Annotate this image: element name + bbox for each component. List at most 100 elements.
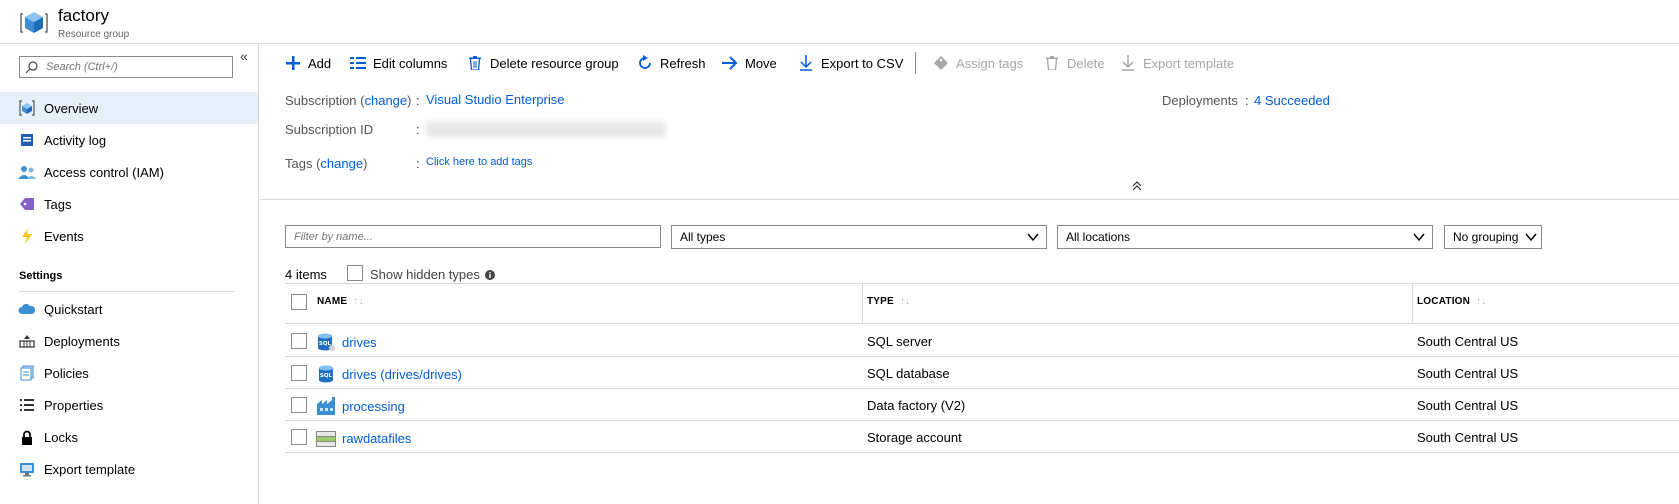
- filter-by-name-input[interactable]: [285, 225, 661, 248]
- sidebar-item-activity-log[interactable]: Activity log: [0, 124, 258, 156]
- column-header-type[interactable]: TYPE ↑↓: [867, 296, 910, 307]
- change-subscription-link[interactable]: change: [364, 93, 407, 108]
- change-tags-link[interactable]: change: [320, 156, 363, 171]
- column-header-name[interactable]: NAME ↑↓: [317, 296, 364, 307]
- row-checkbox[interactable]: [291, 365, 307, 381]
- export-csv-label: Export to CSV: [821, 55, 904, 71]
- grouping-dropdown[interactable]: No grouping: [1444, 225, 1542, 249]
- move-button[interactable]: Move: [721, 52, 777, 74]
- tags-label-end: ): [363, 156, 368, 171]
- row-divider: [285, 452, 1679, 453]
- deployments-label: Deployments: [1162, 93, 1238, 108]
- resource-type: Storage account: [867, 430, 962, 445]
- refresh-button[interactable]: Refresh: [636, 52, 706, 74]
- collapse-sidebar-button[interactable]: «: [240, 48, 248, 64]
- row-checkbox[interactable]: [291, 397, 307, 413]
- essentials-divider: [260, 199, 1679, 200]
- column-header-location[interactable]: LOCATION ↑↓: [1417, 296, 1486, 307]
- sidebar-item-iam[interactable]: Access control (IAM): [0, 156, 258, 188]
- delete-resource-group-label: Delete resource group: [490, 55, 619, 71]
- export-csv-button[interactable]: Export to CSV: [797, 52, 903, 74]
- colon: :: [1245, 93, 1249, 108]
- export-template-button[interactable]: Export template: [1119, 52, 1234, 74]
- row-divider: [285, 356, 1679, 357]
- page-title: factory: [58, 6, 110, 25]
- delete-resource-group-button[interactable]: Delete resource group: [466, 52, 619, 74]
- subscription-label-end: ): [407, 93, 412, 108]
- info-icon[interactable]: [485, 270, 495, 280]
- activity-log-icon: [17, 130, 37, 150]
- chevron-double-up-icon: [1132, 181, 1142, 191]
- sidebar-item-label: Tags: [44, 196, 72, 212]
- arrow-right-icon: [721, 54, 739, 72]
- resource-name-link[interactable]: processing: [342, 399, 405, 414]
- column-separator: [862, 284, 863, 323]
- sidebar-item-tags[interactable]: Tags: [0, 188, 258, 220]
- add-tags-link[interactable]: Click here to add tags: [426, 156, 532, 168]
- lock-icon: [17, 427, 37, 447]
- resource-name-link[interactable]: rawdatafiles: [342, 431, 411, 446]
- search-input[interactable]: [46, 59, 226, 75]
- tags-label: Tags (change): [285, 156, 367, 171]
- toolbar-separator: [915, 52, 916, 74]
- resource-name-link[interactable]: drives: [342, 335, 377, 350]
- chevron-down-icon: [1525, 233, 1537, 242]
- resource-name-link[interactable]: drives (drives/drives): [342, 367, 462, 382]
- column-separator: [1412, 284, 1413, 323]
- add-button[interactable]: Add: [284, 52, 331, 74]
- edit-columns-button[interactable]: Edit columns: [349, 52, 447, 74]
- resource-type: Data factory (V2): [867, 398, 966, 413]
- sidebar-item-policies[interactable]: Policies: [0, 357, 258, 389]
- grouping-value: No grouping: [1453, 230, 1519, 244]
- row-checkbox[interactable]: [291, 429, 307, 445]
- select-all-checkbox[interactable]: [291, 294, 307, 310]
- delete-button[interactable]: Delete: [1043, 52, 1105, 74]
- chevron-down-icon: [1027, 233, 1039, 242]
- location-filter-dropdown[interactable]: All locations: [1057, 225, 1433, 249]
- sidebar-item-deployments[interactable]: Deployments: [0, 325, 258, 357]
- sidebar-item-properties[interactable]: Properties: [0, 389, 258, 421]
- collapse-essentials-button[interactable]: [1132, 180, 1142, 194]
- sidebar-item-events[interactable]: Events: [0, 220, 258, 252]
- data-factory-icon: [317, 397, 335, 415]
- cloud-icon: [17, 299, 37, 319]
- sidebar-item-locks[interactable]: Locks: [0, 421, 258, 453]
- deployments-value-link[interactable]: 4 Succeeded: [1254, 93, 1330, 108]
- column-header-label: TYPE: [867, 296, 894, 307]
- trash-icon: [466, 54, 484, 72]
- search-icon: [25, 61, 38, 74]
- show-hidden-types-checkbox[interactable]: [347, 265, 363, 281]
- location-filter-value: All locations: [1066, 230, 1131, 244]
- sidebar-item-quickstart[interactable]: Quickstart: [0, 293, 258, 325]
- sidebar-search[interactable]: [19, 56, 233, 78]
- deployments-icon: [17, 331, 37, 351]
- row-divider: [285, 420, 1679, 421]
- sort-icon: ↑↓: [899, 296, 911, 307]
- tags-label-text: Tags (: [285, 156, 321, 171]
- columns-icon: [349, 54, 367, 72]
- assign-tags-button[interactable]: Assign tags: [932, 52, 1023, 74]
- subscription-value-link[interactable]: Visual Studio Enterprise: [426, 92, 565, 107]
- sidebar-item-export-template[interactable]: Export template: [0, 453, 258, 485]
- sidebar-item-overview[interactable]: Overview: [0, 92, 258, 124]
- refresh-icon: [636, 54, 654, 72]
- sql-server-icon: SQL: [318, 333, 335, 351]
- sidebar-item-label: Properties: [44, 397, 104, 413]
- row-checkbox[interactable]: [291, 333, 307, 349]
- resource-type: SQL server: [867, 334, 933, 349]
- type-filter-dropdown[interactable]: All types: [671, 225, 1047, 249]
- list-icon: [17, 395, 37, 415]
- resource-location: South Central US: [1417, 366, 1519, 381]
- sidebar: « Overview Activity log Access control (…: [0, 44, 259, 504]
- subscription-label-text: Subscription (: [285, 93, 365, 108]
- sidebar-item-label: Events: [44, 228, 84, 244]
- refresh-label: Refresh: [660, 55, 706, 71]
- colon: :: [416, 156, 420, 171]
- monitor-icon: [17, 459, 37, 479]
- resource-location: South Central US: [1417, 398, 1519, 413]
- type-filter-value: All types: [680, 230, 726, 244]
- settings-section-heading: Settings: [19, 270, 63, 282]
- policies-icon: [17, 363, 37, 383]
- resource-type: SQL database: [867, 366, 950, 381]
- resource-group-cube-icon: [20, 12, 48, 33]
